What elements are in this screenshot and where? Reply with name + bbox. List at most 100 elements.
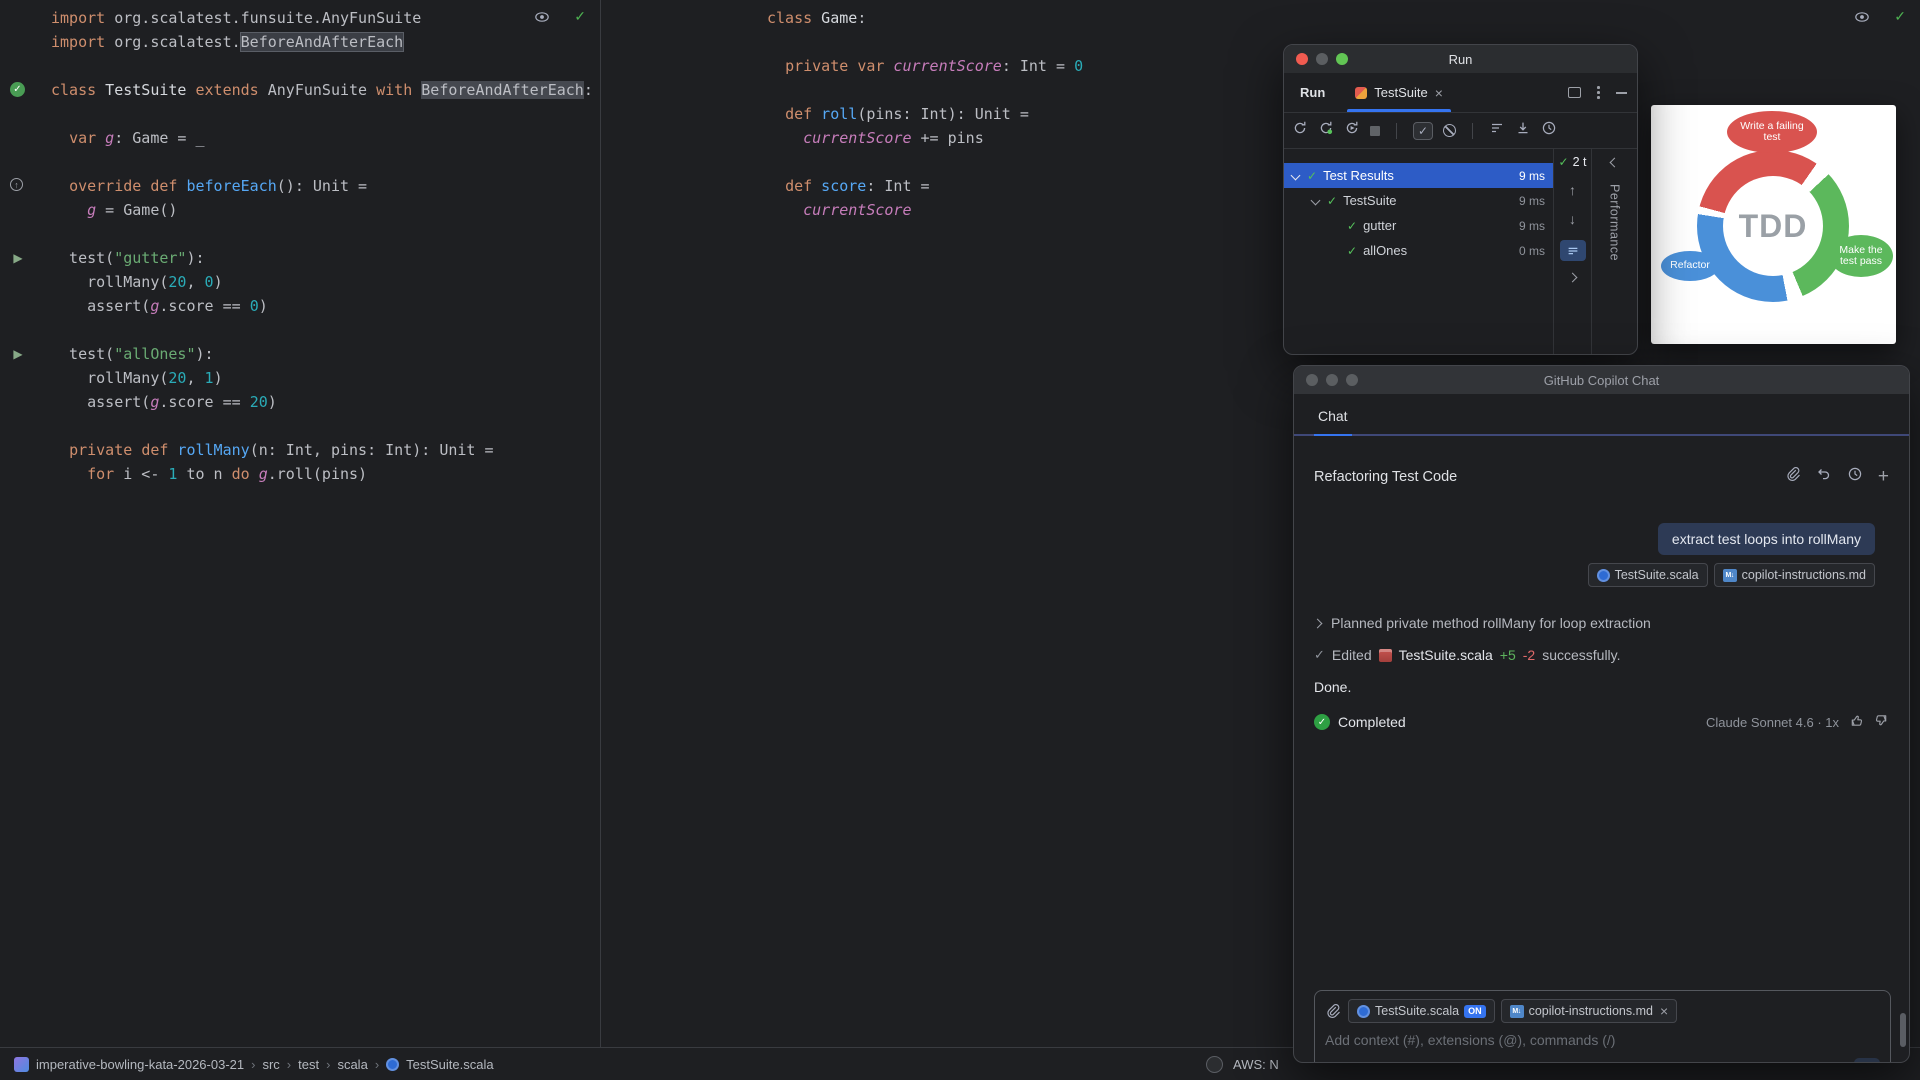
md-file-icon: [1509, 1004, 1524, 1018]
chat-scrollbar[interactable]: [1900, 1013, 1906, 1047]
move-to-editor-icon[interactable]: [1568, 87, 1582, 98]
attach-icon[interactable]: [1785, 466, 1801, 487]
runclass-gutter-icon[interactable]: ✓: [10, 82, 25, 97]
test-passed-icon: ✓: [1327, 193, 1338, 208]
rerun-tests-icon[interactable]: [1292, 120, 1308, 141]
breadcrumb: imperative-bowling-kata-2026-03-21 › src › t…: [14, 1056, 494, 1072]
soft-wrap-toggle-icon[interactable]: [1559, 240, 1586, 261]
planned-step-row[interactable]: Planned private method rollMany for loop…: [1312, 615, 1889, 631]
context-chip[interactable]: TestSuite.scala: [1587, 563, 1708, 587]
tab-testsuite[interactable]: TestSuite ×: [1347, 73, 1451, 112]
reader-mode-eye-icon[interactable]: [1854, 9, 1870, 25]
stop-icon[interactable]: [1370, 125, 1380, 136]
show-ignored-filter-icon[interactable]: [1443, 124, 1457, 137]
copilot-chat-window: GitHub Copilot Chat Chat Refactoring Tes…: [1293, 365, 1910, 1063]
lines-added: +5: [1499, 647, 1516, 663]
expand-chevron-icon[interactable]: [1290, 170, 1301, 181]
step-check-icon: ✓: [1314, 647, 1325, 662]
history-clock-icon[interactable]: [1847, 466, 1863, 487]
web-dashed-circle-icon[interactable]: [1543, 1061, 1559, 1062]
previous-failed-test-icon[interactable]: ↑: [1569, 182, 1576, 198]
new-chat-icon[interactable]: +: [1878, 467, 1889, 486]
show-passed-filter-icon[interactable]: ✓: [1413, 121, 1434, 140]
tools-wrench-icon[interactable]: [1512, 1061, 1528, 1062]
breadcrumb-item[interactable]: test: [298, 1057, 319, 1072]
expand-chevron-icon[interactable]: [1310, 195, 1321, 206]
more-options-icon[interactable]: [1597, 86, 1600, 99]
tdd-step-write-failing-test: Write a failing test: [1727, 111, 1817, 153]
editor-pane-testsuite[interactable]: ✓ ↑ ▶ ▶ import org.scalatest.funsuite.AnyFu…: [0, 0, 601, 1047]
test-duration: 9 ms: [1518, 168, 1545, 183]
message-context-chips: TestSuite.scalacopilot-instructions.md: [1314, 563, 1875, 587]
tab-chat[interactable]: Chat: [1314, 408, 1352, 436]
passed-count: ✓ 2 t: [1558, 155, 1587, 169]
test-tree-row[interactable]: ✓ gutter 9 ms: [1284, 213, 1553, 238]
context-chip[interactable]: copilot-instructions.md×: [1500, 999, 1678, 1023]
run-window-titlebar[interactable]: Run: [1284, 45, 1637, 73]
test-duration: 0 ms: [1518, 243, 1545, 258]
test-results-tree: ✓ Test Results 9 ms ✓ TestSuite 9 ms ✓ gutter 9 …: [1284, 149, 1553, 354]
toggle-auto-test-icon[interactable]: [1344, 120, 1360, 141]
statusbar-right-group: AWS: N: [1206, 1055, 1279, 1073]
scala-file-icon: [1596, 568, 1610, 582]
test-tree-row[interactable]: ✓ TestSuite 9 ms: [1284, 188, 1553, 213]
attach-paperclip-icon[interactable]: [1325, 1003, 1341, 1019]
on-badge: ON: [1464, 1004, 1486, 1018]
code-game[interactable]: class Game: private var currentScore: In…: [767, 6, 1083, 222]
performance-side-tab[interactable]: Performance: [1591, 149, 1637, 354]
run-tool-window: Run Run TestSuite × ✓ ✓ Test Results 9 m…: [1283, 44, 1638, 355]
import-test-results-icon[interactable]: [1515, 120, 1531, 141]
model-dropdown[interactable]: Claude Sonnet 4.6: [1377, 1062, 1496, 1063]
chat-input[interactable]: Add context (#), extensions (@), command…: [1325, 1032, 1880, 1048]
remove-chip-icon[interactable]: ×: [1660, 1003, 1668, 1019]
breadcrumb-item[interactable]: TestSuite.scala: [406, 1057, 493, 1072]
active-tab-underline: [1347, 109, 1451, 112]
test-passed-icon: ✓: [1347, 243, 1358, 258]
input-controls-row: Agent Claude Sonnet 4.6: [1325, 1058, 1880, 1063]
aws-status[interactable]: AWS: N: [1233, 1057, 1279, 1072]
hide-window-icon[interactable]: [1616, 91, 1627, 94]
context-chip[interactable]: copilot-instructions.md: [1713, 563, 1875, 587]
send-button[interactable]: [1854, 1058, 1880, 1062]
thumbs-up-icon[interactable]: [1849, 713, 1864, 731]
passed-check-icon: ✓: [1558, 155, 1569, 169]
test-tree-row[interactable]: ✓ allOnes 0 ms: [1284, 238, 1553, 263]
mode-dropdown[interactable]: Agent: [1325, 1062, 1370, 1063]
context-chip[interactable]: TestSuite.scala ON: [1348, 999, 1495, 1023]
undo-icon[interactable]: [1816, 466, 1832, 487]
md-file-icon: [1722, 568, 1737, 582]
breadcrumb-item[interactable]: scala: [337, 1057, 367, 1072]
next-failed-test-icon[interactable]: ↓: [1569, 211, 1576, 227]
chat-window-titlebar[interactable]: GitHub Copilot Chat: [1294, 366, 1909, 394]
test-history-clock-icon[interactable]: [1541, 120, 1557, 141]
close-tab-icon[interactable]: ×: [1435, 85, 1443, 101]
breadcrumb-item[interactable]: src: [262, 1057, 279, 1072]
sort-tests-icon[interactable]: [1489, 120, 1505, 141]
collapse-icon[interactable]: [1609, 157, 1620, 168]
breadcrumb-item[interactable]: imperative-bowling-kata-2026-03-21: [36, 1057, 244, 1072]
no-problems-check-icon[interactable]: ✓: [1894, 8, 1906, 25]
voice-input-icon[interactable]: [1821, 1062, 1837, 1063]
expand-strip-icon[interactable]: [1567, 272, 1578, 283]
disclosure-chevron-icon[interactable]: [1312, 618, 1323, 628]
edited-step-row: ✓ Edited TestSuite.scala +5 -2 successfu…: [1314, 647, 1621, 663]
status-circle-icon[interactable]: [1206, 1055, 1223, 1073]
no-problems-check-icon[interactable]: ✓: [574, 8, 586, 25]
override-gutter-icon[interactable]: ↑: [10, 178, 23, 191]
performance-tab-label[interactable]: Performance: [1608, 184, 1622, 261]
chat-input-box[interactable]: TestSuite.scalaONcopilot-instructions.md…: [1314, 990, 1891, 1063]
test-config-icon: [1355, 86, 1368, 99]
reader-mode-eye-icon[interactable]: [534, 9, 550, 25]
test-tree-row[interactable]: ✓ Test Results 9 ms: [1284, 163, 1553, 188]
ide-screen: ✓ ↑ ▶ ▶ import org.scalatest.funsuite.AnyFu…: [0, 0, 1920, 1080]
test-node-label: Test Results: [1323, 168, 1394, 183]
play-gutter-icon[interactable]: ▶: [10, 250, 26, 266]
edited-file-link[interactable]: TestSuite.scala: [1399, 647, 1493, 663]
thumbs-down-icon[interactable]: [1874, 713, 1889, 731]
play-gutter-icon[interactable]: ▶: [10, 346, 26, 362]
session-actions: +: [1785, 466, 1889, 487]
test-passed-icon: ✓: [1307, 168, 1318, 183]
session-title: Refactoring Test Code: [1314, 468, 1458, 485]
code-testsuite[interactable]: import org.scalatest.funsuite.AnyFunSuit…: [51, 6, 593, 486]
rerun-failed-tests-icon[interactable]: [1318, 120, 1334, 141]
